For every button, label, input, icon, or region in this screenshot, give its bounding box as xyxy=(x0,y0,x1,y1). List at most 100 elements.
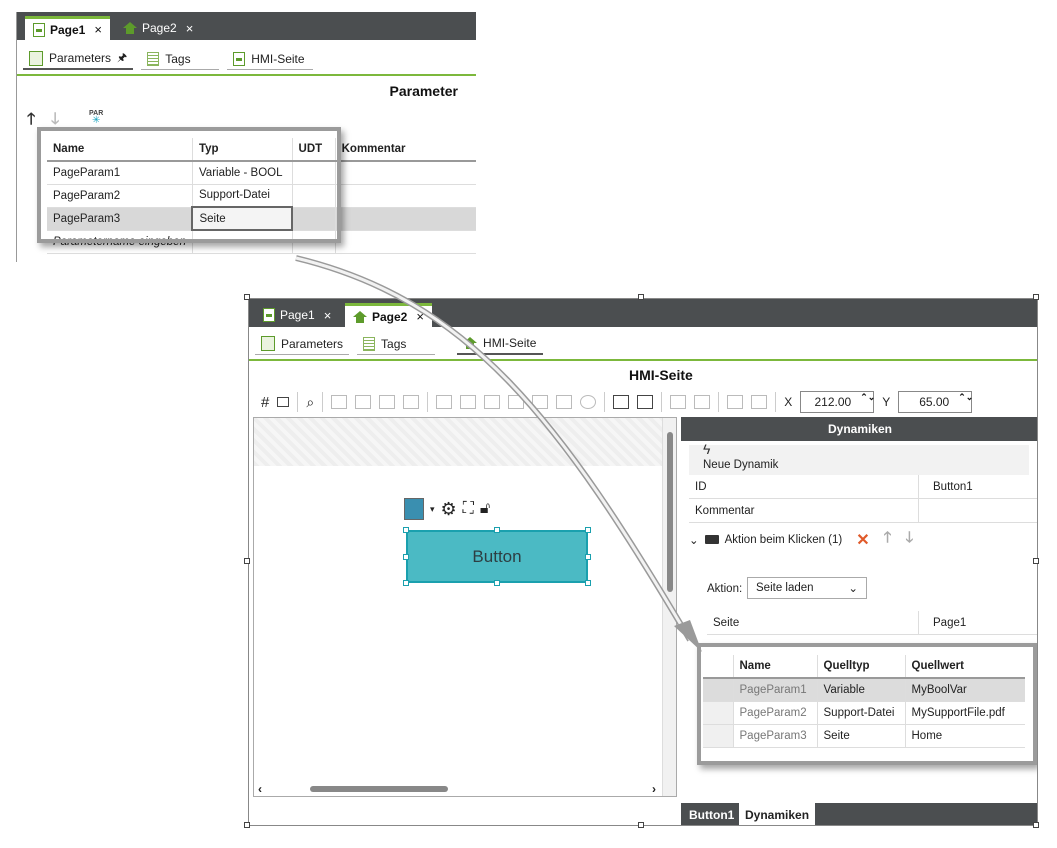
action-select[interactable]: Seite laden ⌄ xyxy=(747,577,867,599)
tab-page1[interactable]: Page1 × xyxy=(255,303,339,327)
close-icon[interactable]: × xyxy=(416,309,424,324)
resize-handle[interactable] xyxy=(403,554,409,560)
grid-icon[interactable]: # xyxy=(261,394,269,411)
frame-icon[interactable] xyxy=(277,397,290,407)
tab-label: Page2 xyxy=(142,21,177,35)
tab-dynamiken[interactable]: Dynamiken xyxy=(739,803,816,825)
seite-row: Seite Page1 xyxy=(707,611,1037,635)
id-value[interactable]: Button1 xyxy=(919,481,973,493)
cell-kommentar[interactable] xyxy=(335,184,476,208)
tab-parameters[interactable]: Parameters 🖈 xyxy=(23,48,134,70)
id-row: ID Button1 xyxy=(689,475,1037,499)
separator xyxy=(604,392,606,412)
same-height-icon[interactable] xyxy=(694,395,711,409)
move-down-icon[interactable]: 🡓 xyxy=(905,527,913,552)
same-width-icon[interactable] xyxy=(670,395,687,409)
action-label: Aktion: xyxy=(707,583,743,595)
dynamics-panel: Dynamiken ϟ Neue Dynamik ID Button1 Komm… xyxy=(681,417,1037,825)
ungroup-icon[interactable] xyxy=(751,395,768,409)
tab-tags[interactable]: Tags xyxy=(357,333,436,355)
align-top-icon[interactable] xyxy=(508,395,525,409)
tags-icon xyxy=(363,336,376,351)
col-kommentar[interactable]: Kommentar xyxy=(335,138,476,162)
hmi-button-widget[interactable]: Button xyxy=(406,530,588,583)
x-label: X xyxy=(784,395,793,409)
seite-label: Seite xyxy=(707,611,919,634)
hmi-page-editor: Page1 × Page2 × Parameters Tags HMI-Seit… xyxy=(248,298,1038,826)
y-coordinate-field[interactable]: 65.00 xyxy=(898,391,973,413)
resize-handle[interactable] xyxy=(403,580,409,586)
resize-handle[interactable] xyxy=(585,554,591,560)
resize-handle[interactable] xyxy=(494,527,500,533)
canvas-header-area xyxy=(254,418,676,466)
tab-page2[interactable]: Page2 × xyxy=(345,303,432,327)
tab-button1[interactable]: Button1 xyxy=(683,803,740,825)
resize-handle[interactable] xyxy=(585,527,591,533)
tab-page2[interactable]: Page2 × xyxy=(115,16,201,40)
tab-hmi-seite[interactable]: HMI-Seite xyxy=(227,48,314,70)
distribute-h-icon[interactable] xyxy=(613,395,630,409)
send-back-icon[interactable] xyxy=(403,395,420,409)
group-icon[interactable] xyxy=(727,395,744,409)
cell-kommentar[interactable] xyxy=(335,161,476,185)
close-icon[interactable]: × xyxy=(186,21,194,36)
resize-handle[interactable] xyxy=(403,527,409,533)
tab-page1[interactable]: Page1 × xyxy=(25,16,110,40)
tab-label: Tags xyxy=(381,336,407,351)
pin-icon[interactable]: 🖈 xyxy=(117,49,127,68)
distribute-v-icon[interactable] xyxy=(637,395,654,409)
move-up-icon[interactable]: 🡑 xyxy=(27,108,35,135)
zoom-icon[interactable]: ⌕ xyxy=(306,394,314,411)
delete-icon[interactable]: ✕ xyxy=(856,530,869,550)
scroll-thumb[interactable] xyxy=(667,432,673,592)
tab-parameters[interactable]: Parameters xyxy=(255,333,350,355)
resize-handle[interactable] xyxy=(585,580,591,586)
bring-front-icon[interactable] xyxy=(331,395,348,409)
cell-kommentar[interactable] xyxy=(335,207,476,231)
new-dynamic-bar: ϟ Neue Dynamik xyxy=(689,441,1029,475)
chart-icon[interactable]: ⛶ xyxy=(463,500,474,518)
close-icon[interactable]: × xyxy=(94,22,102,37)
tab-label: Parameters xyxy=(281,336,344,351)
x-coordinate-field[interactable]: 212.00 xyxy=(800,391,875,413)
seite-value[interactable]: Page1 xyxy=(919,617,966,629)
scroll-right-icon[interactable]: › xyxy=(652,782,656,796)
tab-tags[interactable]: Tags xyxy=(141,48,220,70)
gear-icon[interactable]: ⚙ xyxy=(441,499,457,520)
tab-label: HMI-Seite xyxy=(251,51,305,66)
bring-forward-icon[interactable] xyxy=(355,395,372,409)
vertical-scrollbar[interactable] xyxy=(662,418,676,796)
design-canvas[interactable]: ▾ ⚙ ⛶ 🔓︎ Button ‹ › xyxy=(253,417,677,797)
tab-hmi-seite[interactable]: HMI-Seite xyxy=(457,333,544,355)
align-center-icon[interactable] xyxy=(460,395,477,409)
page-icon xyxy=(263,308,275,322)
scroll-left-icon[interactable]: ‹ xyxy=(258,782,262,796)
home-icon xyxy=(353,310,367,323)
rotate-icon[interactable] xyxy=(580,395,597,409)
align-middle-icon[interactable] xyxy=(532,395,549,409)
tab-label: HMI-Seite xyxy=(483,336,537,350)
lightning-icon[interactable]: ϟ xyxy=(703,441,710,457)
align-right-icon[interactable] xyxy=(484,395,501,409)
highlight-box xyxy=(37,127,341,243)
view-tabs: Parameters Tags HMI-Seite xyxy=(249,329,1037,361)
add-parameter-icon[interactable]: PAR ✳ xyxy=(89,110,103,126)
close-icon[interactable]: × xyxy=(324,308,332,323)
frame-handle xyxy=(1033,822,1039,828)
new-dynamic-button[interactable]: Neue Dynamik xyxy=(703,459,778,471)
chevron-down-icon[interactable]: ▾ xyxy=(430,504,435,515)
horizontal-scroll-thumb[interactable] xyxy=(310,786,448,792)
page-icon xyxy=(33,22,45,37)
chevron-down-icon[interactable]: ⌄ xyxy=(689,533,699,547)
tab-bar: Page1 × Page2 × xyxy=(17,12,476,40)
action-group-row: ⌄ Aktion beim Klicken (1) ✕ 🡑 🡓 xyxy=(689,527,913,552)
align-left-icon[interactable] xyxy=(436,395,453,409)
unlock-icon[interactable]: 🔓︎ xyxy=(480,500,490,518)
home-icon xyxy=(123,22,137,34)
move-up-icon[interactable]: 🡑 xyxy=(884,527,892,552)
align-bottom-icon[interactable] xyxy=(556,395,573,409)
resize-handle[interactable] xyxy=(494,580,500,586)
fill-color-icon[interactable] xyxy=(404,498,424,520)
send-backward-icon[interactable] xyxy=(379,395,396,409)
id-label: ID xyxy=(689,475,919,498)
